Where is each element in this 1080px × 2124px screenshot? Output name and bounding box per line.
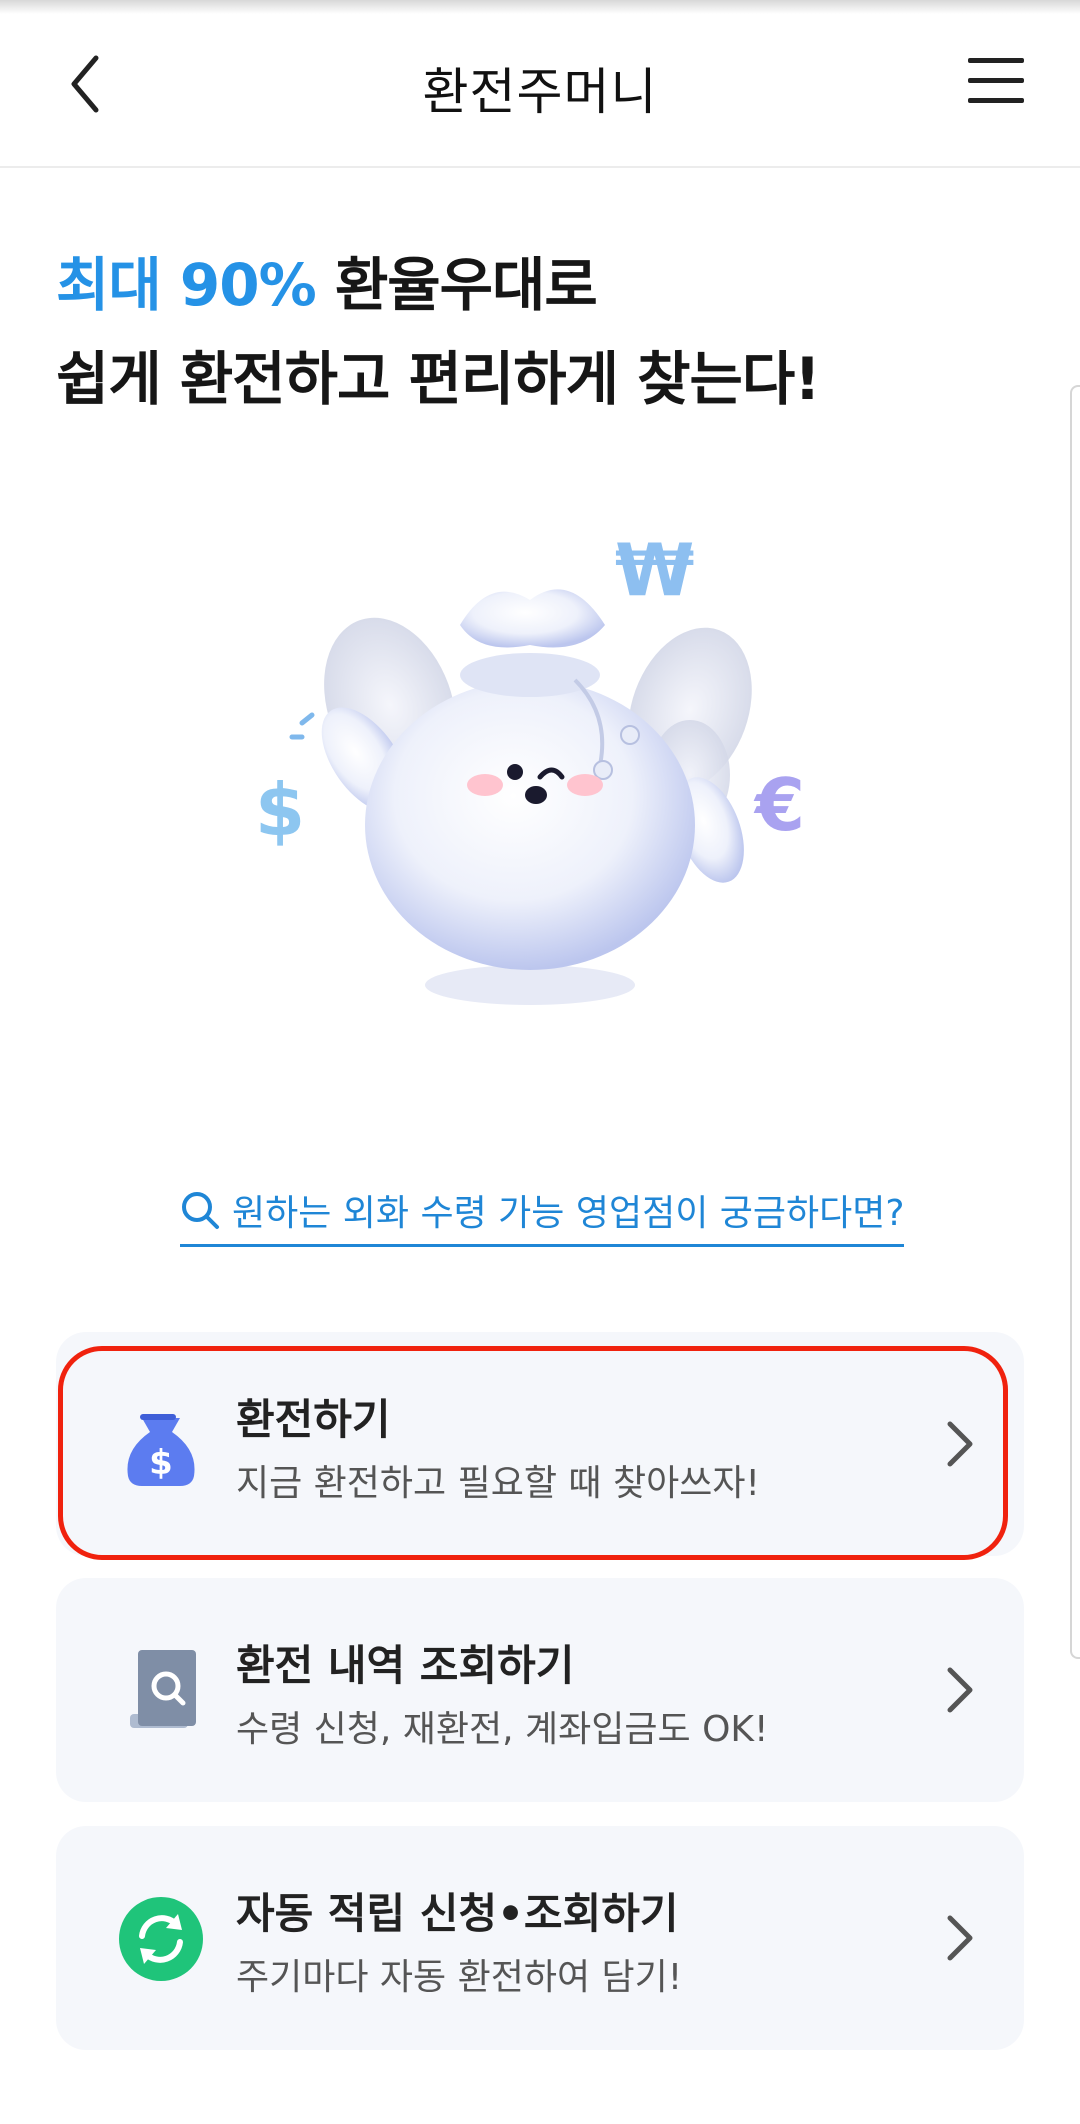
app-header: 환전주머니 — [0, 0, 1080, 168]
auto-savings-card-title: 자동 적립 신청•조회하기 — [236, 1889, 679, 1938]
auto-savings-card[interactable]: 자동 적립 신청•조회하기 주기마다 자동 환전하여 담기! — [56, 1826, 1024, 2050]
exchange-history-card-title: 환전 내역 조회하기 — [236, 1641, 575, 1690]
exchange-history-card-subtitle: 수령 신청, 재환전, 계좌입금도 OK! — [236, 1709, 769, 1750]
headline: 최대 90% 환율우대로 쉽게 환전하고 편리하게 찾는다! — [56, 238, 821, 426]
receipt-search-icon — [116, 1646, 206, 1736]
headline-line-1-rest: 환율우대로 — [315, 251, 598, 319]
search-icon — [182, 1192, 219, 1229]
auto-savings-card-subtitle: 주기마다 자동 환전하여 담기! — [236, 1957, 683, 1998]
svg-text:$: $ — [255, 768, 305, 852]
scroll-indicator — [1070, 385, 1080, 1659]
money-bag-mascot-illustration: ₩ $ € — [240, 515, 840, 1015]
menu-button[interactable] — [968, 58, 1024, 104]
svg-text:€: € — [753, 763, 805, 847]
auto-refresh-icon — [116, 1894, 206, 1984]
svg-text:₩: ₩ — [615, 528, 694, 612]
chevron-right-icon — [940, 1910, 980, 1966]
highlight-box — [58, 1346, 1008, 1560]
hamburger-menu-icon — [968, 58, 1024, 63]
page-title: 환전주머니 — [422, 63, 658, 121]
exchange-history-card[interactable]: 환전 내역 조회하기 수령 신청, 재환전, 계좌입금도 OK! — [56, 1578, 1024, 1802]
chevron-right-icon — [940, 1662, 980, 1718]
headline-accent: 최대 90% — [56, 251, 317, 319]
branch-search-link-text: 원하는 외화 수령 가능 영업점이 궁금하다면? — [232, 1193, 905, 1234]
headline-line-1: 최대 90% 환율우대로 — [56, 238, 820, 332]
headline-line-2: 쉽게 환전하고 편리하게 찾는다! — [56, 345, 821, 413]
branch-search-link[interactable]: 원하는 외화 수령 가능 영업점이 궁금하다면? — [180, 1180, 905, 1247]
